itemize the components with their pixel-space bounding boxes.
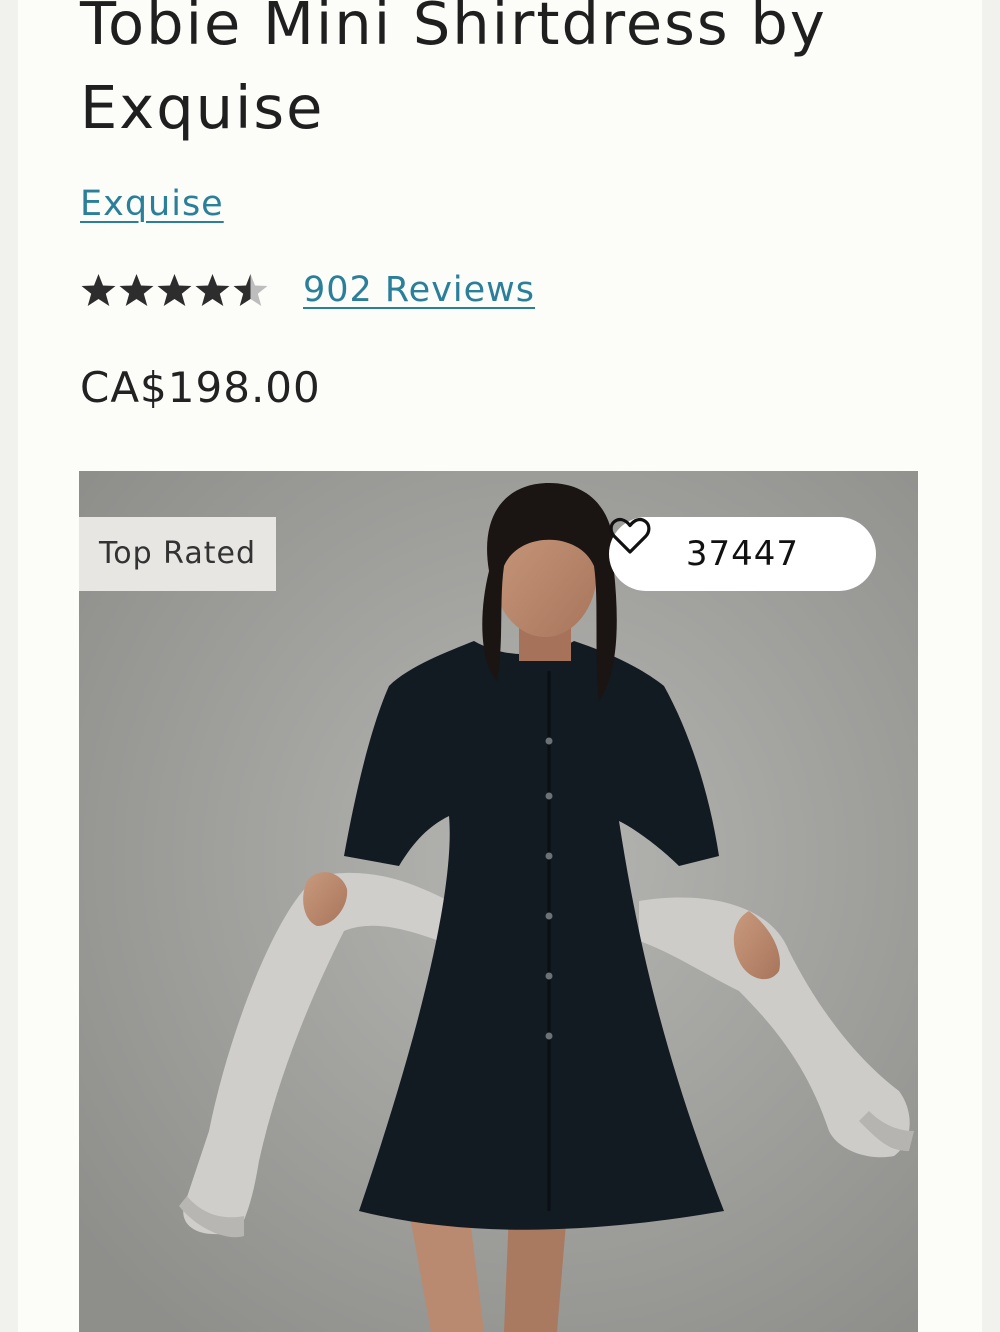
product-title: Tobie Mini Shirtdress by Exquise — [80, 0, 827, 142]
product-rating: 902 Reviews — [80, 266, 535, 314]
reviews-link[interactable]: 902 Reviews — [303, 268, 535, 312]
star-icon — [119, 273, 154, 306]
star-icon — [233, 273, 268, 306]
heart-outline-icon — [609, 517, 651, 554]
wishlist-count: 37447 — [685, 534, 800, 574]
star-icon — [81, 273, 116, 306]
product-page: Tobie Mini Shirtdress by Exquise Exquise… — [18, 0, 982, 1332]
product-image[interactable]: Top Rated 37447 — [79, 471, 918, 1332]
brand-link[interactable]: Exquise — [80, 182, 224, 226]
star-icon — [157, 273, 192, 306]
wishlist-button[interactable]: 37447 — [609, 517, 876, 591]
rating-stars — [80, 272, 269, 309]
star-icon — [195, 273, 230, 306]
product-price: CA$198.00 — [80, 363, 321, 412]
model-photo — [79, 471, 918, 1332]
top-rated-badge: Top Rated — [79, 517, 276, 591]
